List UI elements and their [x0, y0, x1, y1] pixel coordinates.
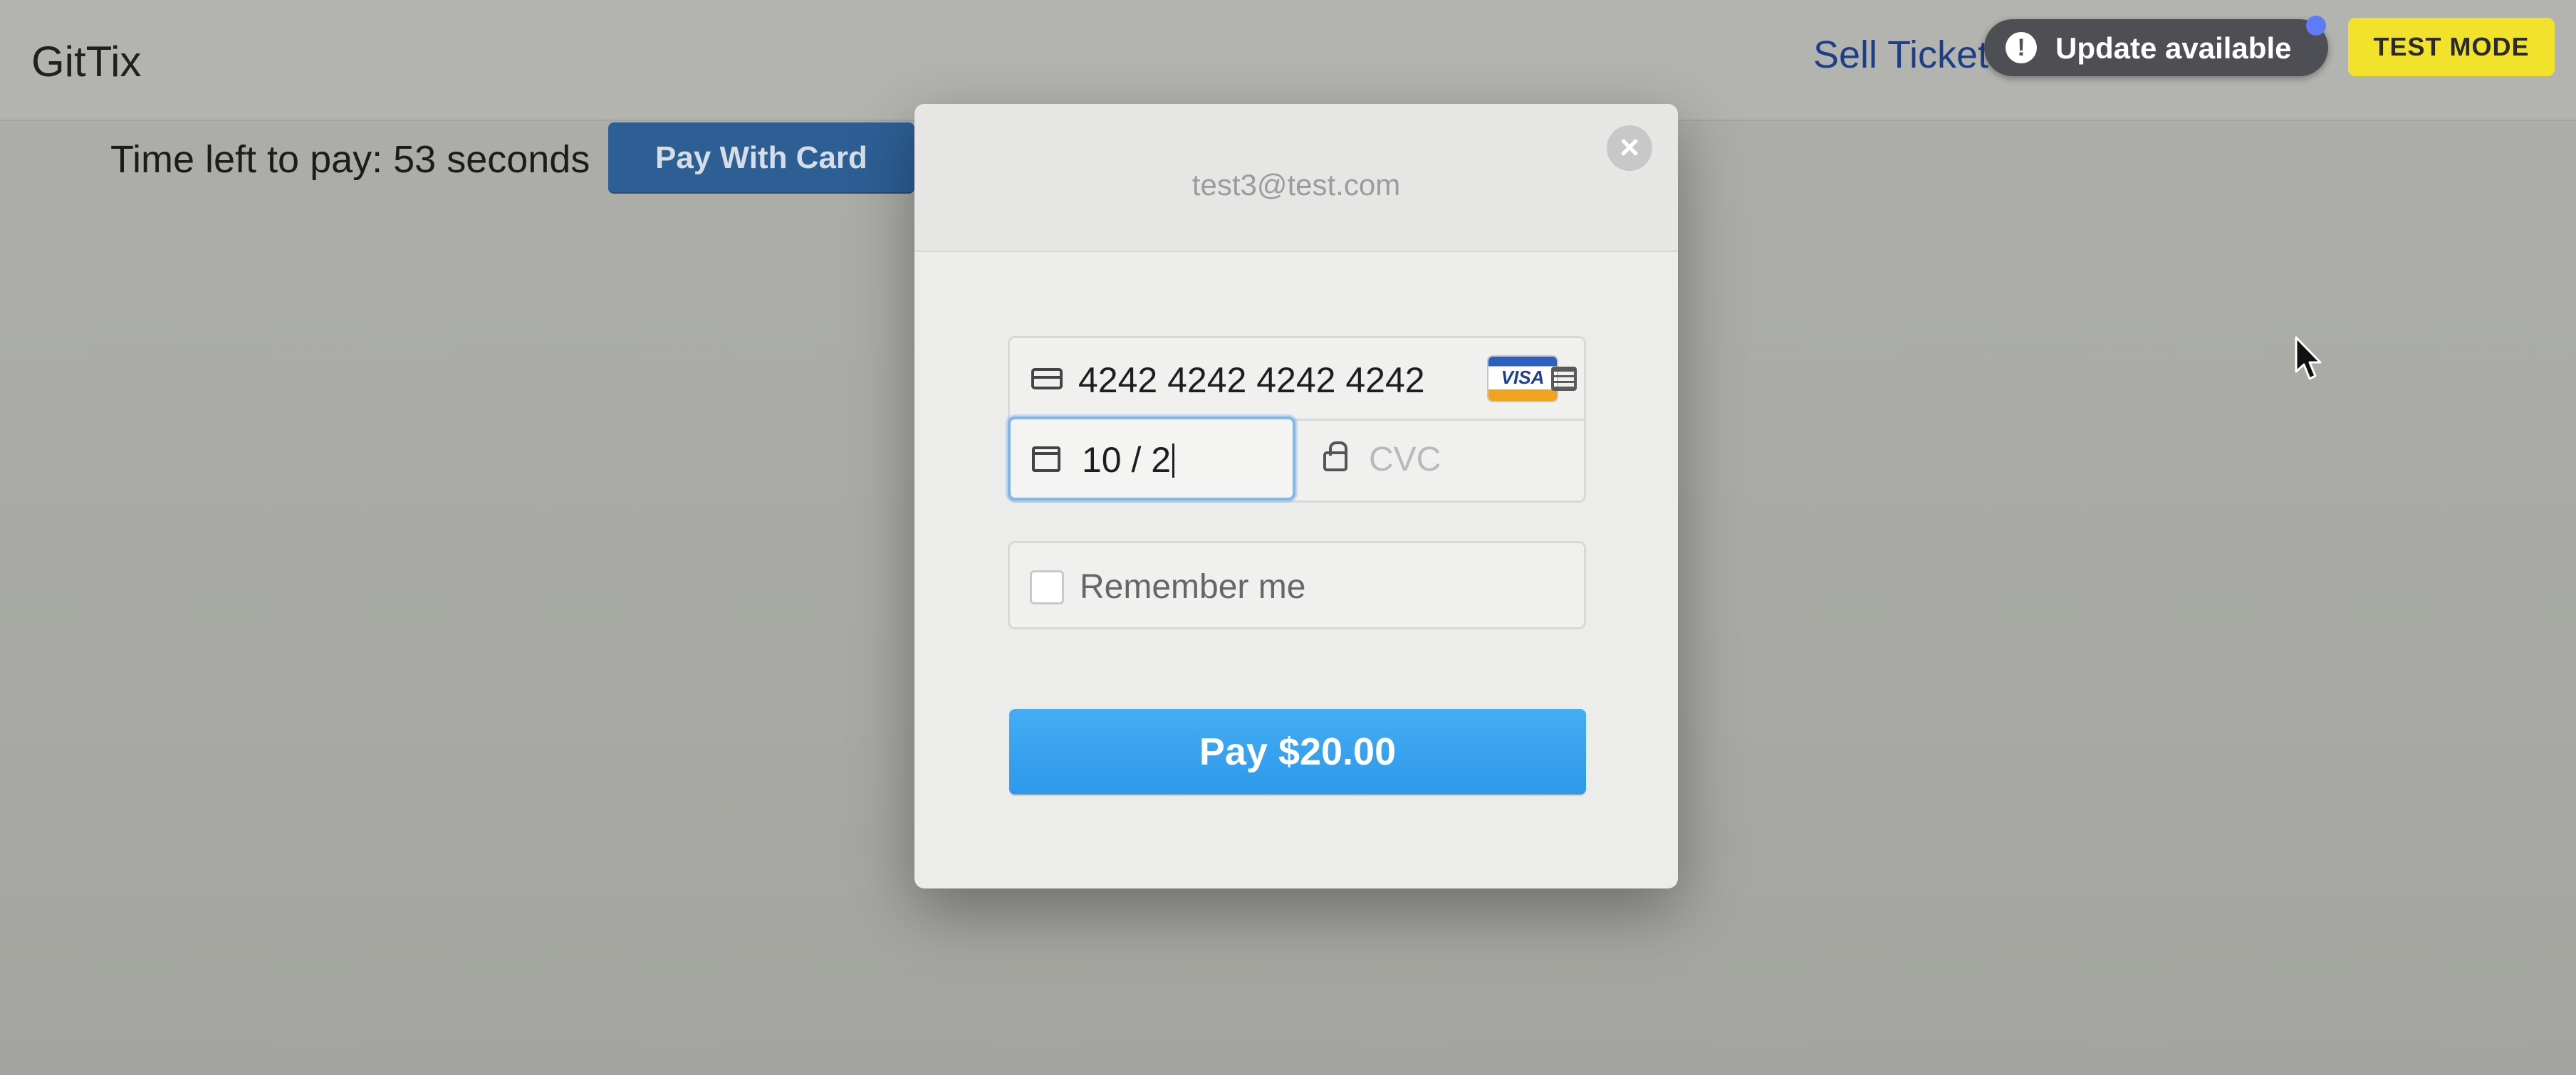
- update-available-label: Update available: [2055, 31, 2292, 65]
- remember-me-label: Remember me: [1080, 568, 1306, 606]
- brand-logo[interactable]: GitTix: [31, 37, 141, 86]
- expiry-value: 10 / 2: [1082, 439, 1175, 481]
- customer-email: test3@test.com: [1191, 168, 1401, 201]
- nav-link-sell-tickets[interactable]: Sell Tickets: [1813, 33, 2008, 77]
- pay-with-card-button[interactable]: Pay With Card: [608, 122, 914, 194]
- close-icon[interactable]: ×: [1607, 125, 1652, 171]
- card-scan-icon[interactable]: [1551, 367, 1577, 391]
- card-details-group: 4242 4242 4242 4242 VISA 10 / 2 CVC: [1008, 336, 1586, 503]
- lock-icon: [1323, 441, 1347, 471]
- alert-icon: !: [2006, 32, 2037, 63]
- expiry-field[interactable]: 10 / 2: [1008, 416, 1295, 500]
- card-icon: [1031, 368, 1063, 389]
- notification-dot: [2306, 16, 2326, 36]
- remember-me-checkbox[interactable]: [1030, 570, 1064, 604]
- remember-me-row[interactable]: Remember me: [1008, 541, 1586, 629]
- card-number-value: 4242 4242 4242 4242: [1078, 360, 1425, 400]
- pay-button[interactable]: Pay $20.00: [1009, 709, 1586, 795]
- visa-logo-icon: VISA: [1488, 357, 1557, 401]
- card-number-field[interactable]: 4242 4242 4242 4242 VISA: [1010, 338, 1584, 421]
- cvc-field[interactable]: CVC: [1298, 419, 1584, 500]
- payment-timer: Time left to pay: 53 seconds: [110, 138, 590, 181]
- text-caret: [1172, 444, 1175, 478]
- update-available-button[interactable]: ! Update available: [1984, 19, 2328, 76]
- checkout-modal: test3@test.com × 4242 4242 4242 4242 VIS…: [914, 104, 1678, 888]
- mouse-cursor-icon: [2295, 336, 2322, 380]
- test-mode-badge: TEST MODE: [2348, 18, 2555, 76]
- modal-header: test3@test.com ×: [914, 104, 1678, 252]
- cvc-placeholder: CVC: [1369, 441, 1441, 478]
- card-brand-label: VISA: [1501, 367, 1545, 388]
- calendar-icon: [1032, 446, 1060, 472]
